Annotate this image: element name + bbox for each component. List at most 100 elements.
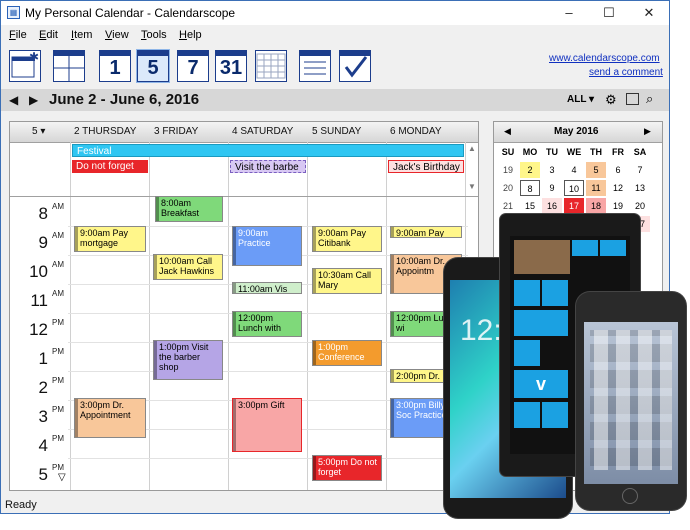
- work-week-view-button[interactable]: 5: [136, 49, 170, 83]
- event-pay[interactable]: 9:00am Pay: [390, 226, 462, 238]
- allday-divider: [10, 196, 478, 197]
- day-header-saturday[interactable]: 4 SATURDAY: [232, 126, 293, 137]
- event-visit[interactable]: 11:00am Vis: [232, 282, 302, 294]
- mini-day[interactable]: 9: [542, 180, 562, 196]
- event-conference[interactable]: 1:00pm Conference: [312, 340, 382, 366]
- scroll-up-icon[interactable]: ▲: [468, 144, 476, 153]
- menu-view[interactable]: View: [105, 29, 129, 41]
- scroll-more-icon[interactable]: ▽: [58, 472, 66, 483]
- date-navigation-bar: ◀ ▶ June 2 - June 6, 2016 ALL ▾ ⚙ ⌕: [1, 89, 669, 111]
- mini-day[interactable]: 18: [586, 198, 606, 214]
- mini-day[interactable]: 7: [630, 162, 650, 178]
- week-view-button[interactable]: 7: [177, 50, 209, 82]
- mini-day[interactable]: 5: [586, 162, 606, 178]
- day-column-thursday[interactable]: [70, 142, 149, 490]
- next-range-icon[interactable]: ▶: [29, 93, 38, 107]
- event-call-jack-hawkins[interactable]: 10:00am Call Jack Hawkins: [153, 254, 223, 280]
- mini-day[interactable]: 8: [520, 180, 540, 196]
- weekday-header: MO: [522, 147, 538, 157]
- list-view-button[interactable]: [299, 50, 331, 82]
- mini-day[interactable]: 6: [608, 162, 628, 178]
- event-pay-mortgage[interactable]: 9:00am Pay mortgage: [74, 226, 146, 252]
- next-month-icon[interactable]: ▶: [644, 126, 651, 137]
- menu-file[interactable]: File: [9, 29, 27, 41]
- allday-event-visit-barber[interactable]: Visit the barbe: [230, 160, 306, 173]
- week-number: 19: [502, 165, 513, 175]
- week-number: 20: [502, 183, 513, 193]
- window-view-icon[interactable]: [626, 93, 639, 105]
- weekday-header: SA: [633, 147, 647, 157]
- mini-day[interactable]: 17: [564, 198, 584, 214]
- iphone: [576, 292, 686, 510]
- mini-day[interactable]: 20: [630, 198, 650, 214]
- allday-event-jacks-birthday[interactable]: Jack's Birthday: [388, 160, 464, 173]
- allday-event-festival[interactable]: Festival: [72, 144, 464, 157]
- hour-label: 1 PM: [38, 347, 64, 368]
- event-breakfast[interactable]: 8:00am Breakfast: [155, 196, 223, 222]
- maximize-button[interactable]: ☐: [589, 1, 629, 25]
- weekday-header: FR: [612, 147, 624, 157]
- mini-day[interactable]: 12: [608, 180, 628, 196]
- event-pay-citibank[interactable]: 9:00am Pay Citibank: [312, 226, 382, 252]
- mini-day[interactable]: 3: [542, 162, 562, 178]
- iphone-screen: [584, 322, 678, 484]
- month-view-button[interactable]: 31: [215, 50, 247, 82]
- menu-tools[interactable]: Tools: [141, 29, 167, 41]
- event-dr-appointment-thursday[interactable]: 3:00pm Dr. Appointment: [74, 398, 146, 438]
- day-header-monday[interactable]: 6 MONDAY: [390, 126, 442, 137]
- find-binoculars-icon[interactable]: ⌕: [646, 91, 653, 107]
- svg-text:✱: ✱: [29, 51, 39, 64]
- event-lunch-saturday[interactable]: 12:00pm Lunch with: [232, 311, 302, 337]
- menu-edit[interactable]: Edit: [39, 29, 58, 41]
- send-comment-link[interactable]: send a comment: [589, 67, 663, 78]
- previous-month-icon[interactable]: ◀: [504, 126, 511, 137]
- mini-month-title: May 2016: [554, 126, 599, 137]
- mini-day[interactable]: 19: [608, 198, 628, 214]
- multi-month-view-button[interactable]: [255, 50, 287, 82]
- settings-gear-icon[interactable]: ⚙: [605, 92, 617, 108]
- new-calendar-icon: ✱: [11, 50, 39, 78]
- day-header-friday[interactable]: 3 FRIDAY: [154, 126, 198, 137]
- mini-day[interactable]: 10: [564, 180, 584, 196]
- day-column-sunday[interactable]: [307, 142, 386, 490]
- tile: [514, 402, 540, 428]
- hour-label: 4 PM: [38, 434, 64, 455]
- weekday-header: WE: [566, 147, 582, 157]
- close-button[interactable]: ✕: [629, 1, 669, 25]
- event-practice[interactable]: 9:00am Practice: [232, 226, 302, 266]
- day-view-button[interactable]: 1: [99, 50, 131, 82]
- day-header-sunday[interactable]: 5 SUNDAY: [312, 126, 361, 137]
- mini-day[interactable]: 11: [586, 180, 606, 196]
- event-visit-barber-shop[interactable]: 1:00pm Visit the barber shop: [153, 340, 223, 380]
- hour-gridline: [68, 342, 468, 343]
- new-item-button[interactable]: ✱: [9, 50, 41, 82]
- menu-item[interactable]: Item: [71, 29, 92, 41]
- hour-label: 3 PM: [38, 405, 64, 426]
- app-icon-grid: [590, 330, 672, 470]
- day-column-friday[interactable]: [149, 142, 228, 490]
- minimize-button[interactable]: –: [549, 1, 589, 25]
- hour-label: 10 AM: [29, 260, 64, 281]
- event-call-mary[interactable]: 10:30am Call Mary: [312, 268, 382, 294]
- menu-help[interactable]: Help: [179, 29, 202, 41]
- tile: [542, 280, 568, 306]
- mini-day[interactable]: 2: [520, 162, 540, 178]
- mini-day[interactable]: 16: [542, 198, 562, 214]
- scroll-down-icon[interactable]: ▼: [468, 182, 476, 191]
- event-do-not-forget[interactable]: 5:00pm Do not forget: [312, 455, 382, 481]
- website-link[interactable]: www.calendarscope.com: [549, 53, 660, 64]
- day-header-thursday[interactable]: 2 THURSDAY: [74, 126, 136, 137]
- year-view-button[interactable]: [53, 50, 85, 82]
- allday-event-do-not-forget[interactable]: Do not forget: [72, 160, 148, 173]
- category-filter[interactable]: ALL ▾: [567, 94, 594, 105]
- mini-day[interactable]: 15: [520, 198, 540, 214]
- tasks-view-button[interactable]: [339, 50, 371, 82]
- mini-day[interactable]: 4: [564, 162, 584, 178]
- event-gift[interactable]: 3:00pm Gift: [232, 398, 302, 452]
- tile: [542, 402, 568, 428]
- weekday-header: TU: [546, 147, 558, 157]
- days-count-selector[interactable]: 5 ▾: [32, 126, 45, 137]
- previous-range-icon[interactable]: ◀: [9, 93, 18, 107]
- tile: [572, 240, 598, 256]
- mini-day[interactable]: 13: [630, 180, 650, 196]
